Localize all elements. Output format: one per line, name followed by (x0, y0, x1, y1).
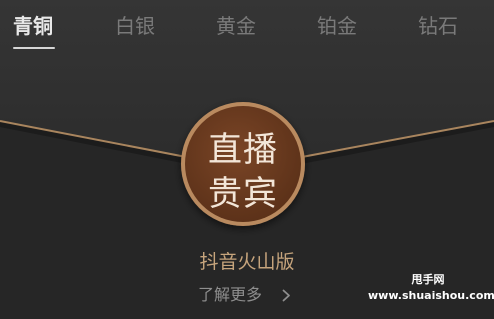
watermark: 甩手网 www.shuaishou.com (368, 272, 494, 316)
tier-tabs: 青铜 白银 黄金 铂金 钻石 (0, 0, 494, 56)
watermark-line2: www.shuaishou.com (368, 289, 494, 302)
learn-more-link[interactable]: 了解更多 (198, 284, 262, 306)
tab-gold[interactable]: 黄金 (216, 13, 256, 39)
watermark-line1: 甩手网 (411, 273, 445, 286)
vip-card-screen: 青铜 白银 黄金 铂金 钻石 直播 贵宾 抖音火山版 了解更多 甩手网 www.… (0, 0, 494, 319)
active-tab-indicator (13, 47, 55, 49)
tab-platinum[interactable]: 铂金 (317, 13, 357, 39)
seal-text-line1: 直播 (208, 130, 278, 170)
tab-diamond[interactable]: 钻石 (418, 13, 458, 39)
tab-bronze[interactable]: 青铜 (13, 13, 53, 39)
tab-silver[interactable]: 白银 (115, 13, 155, 39)
app-name-subtitle: 抖音火山版 (199, 251, 295, 273)
seal-text-line2: 贵宾 (208, 174, 278, 214)
chevron-right-icon[interactable] (282, 289, 291, 302)
